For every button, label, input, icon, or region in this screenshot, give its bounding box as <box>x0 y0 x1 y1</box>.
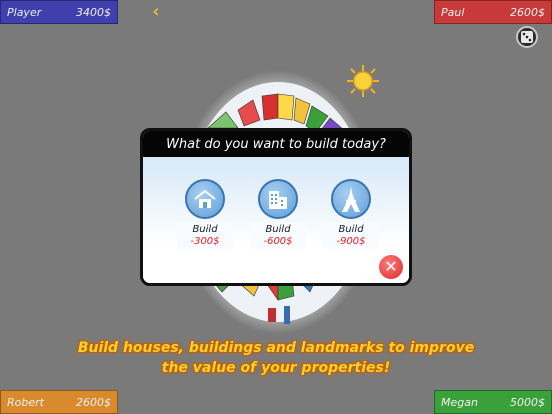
player-name: Megan <box>441 395 478 409</box>
build-option-label: Build -600$ <box>250 223 306 249</box>
player-panel-paul: Paul 2600$ <box>434 0 552 24</box>
player-name: Player <box>7 5 42 19</box>
build-landmark-option[interactable]: Build -900$ <box>323 179 379 249</box>
eiffel-tower-icon <box>331 179 371 219</box>
promo-caption: Build houses, buildings and landmarks to… <box>70 338 482 378</box>
dialog-body: Build -300$ Build -600$ Build -900$ <box>143 157 409 283</box>
player-name: Robert <box>7 395 44 409</box>
dice-icon[interactable] <box>516 26 538 48</box>
build-dialog: What do you want to build today? Build -… <box>140 128 412 286</box>
build-building-option[interactable]: Build -600$ <box>250 179 306 249</box>
close-icon[interactable]: ✕ <box>377 253 405 281</box>
player-money: 2600$ <box>76 395 111 409</box>
build-house-option[interactable]: Build -300$ <box>177 179 233 249</box>
build-option-label: Build -300$ <box>177 223 233 249</box>
player-money: 3400$ <box>76 5 111 19</box>
player-money: 2600$ <box>510 5 545 19</box>
build-option-label: Build -900$ <box>323 223 379 249</box>
dialog-title: What do you want to build today? <box>143 131 409 157</box>
house-icon <box>185 179 225 219</box>
player-panel-player: Player 3400$ <box>0 0 118 24</box>
player-money: 5000$ <box>510 395 545 409</box>
caption-line-2: the value of your properties! <box>161 360 391 376</box>
caption-line-1: Build houses, buildings and landmarks to… <box>77 340 475 356</box>
building-icon <box>258 179 298 219</box>
chevron-left-icon[interactable]: ‹ <box>148 3 164 21</box>
player-name: Paul <box>441 5 465 19</box>
player-panel-robert: Robert 2600$ <box>0 390 118 414</box>
player-panel-megan: Megan 5000$ <box>434 390 552 414</box>
